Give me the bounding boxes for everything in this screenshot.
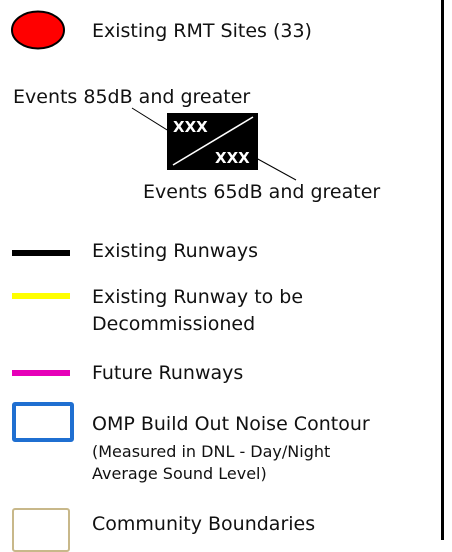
noise-contour-sub-line2: Average Sound Level): [92, 464, 267, 483]
noise-contour-sub-line1: (Measured in DNL - Day/Night: [92, 442, 331, 461]
decommissioned-runway-label-line1: Existing Runway to be: [92, 286, 304, 308]
community-boundary-swatch: [12, 508, 70, 552]
legend-frame-edge: [441, 0, 444, 540]
events-85db-value: XXX: [173, 118, 208, 136]
events-65db-label: Events 65dB and greater: [143, 181, 381, 203]
future-runway-swatch: [12, 370, 70, 376]
map-legend: Existing RMT Sites (33) Events 85dB and …: [0, 0, 452, 552]
existing-runways-label: Existing Runways: [92, 240, 259, 262]
community-boundaries-label: Community Boundaries: [92, 513, 316, 535]
event-count-callout: XXX XXX: [167, 113, 258, 170]
decommissioned-runway-swatch: [12, 293, 70, 299]
existing-runway-swatch: [12, 250, 70, 256]
decommissioned-runway-label-line2: Decommissioned: [92, 313, 256, 335]
noise-contour-label: OMP Build Out Noise Contour: [92, 413, 370, 435]
future-runways-label: Future Runways: [92, 362, 244, 384]
noise-contour-swatch: [12, 402, 74, 442]
events-65db-value: XXX: [215, 149, 250, 167]
